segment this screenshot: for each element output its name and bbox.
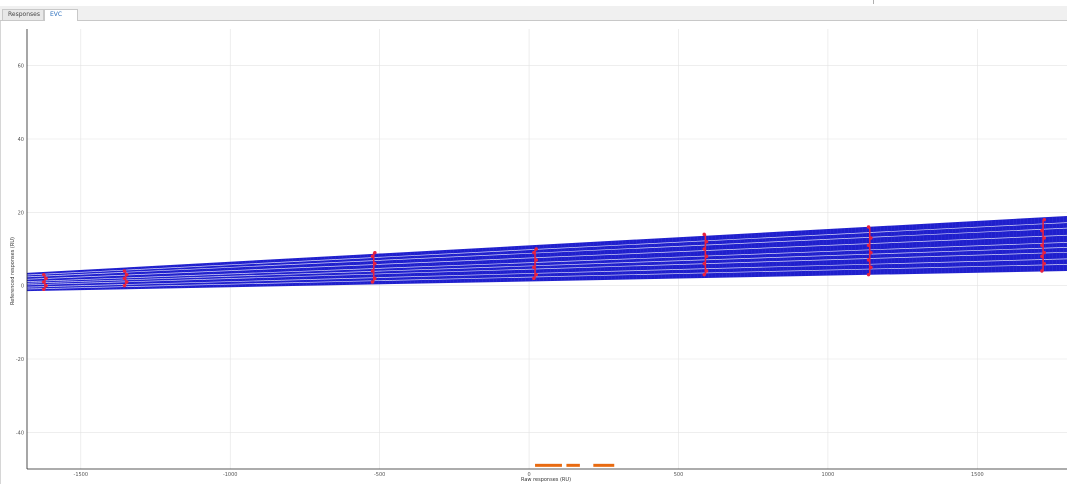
top-divider [873,0,874,4]
y-tick-label-1: -20 [16,357,24,363]
tab-strip: Responses EVC plot [0,6,1067,28]
response-band [26,216,1067,292]
tab-evc-plot[interactable]: EVC plot [44,9,78,28]
orange-marker-2 [593,463,615,467]
y-tick-label-0: -40 [16,430,24,436]
y-tick-label-2: 0 [21,284,24,290]
y-tick-label-4: 40 [18,137,24,143]
marker-layer [535,463,615,467]
x-tick-label-4: 500 [674,472,684,478]
y-axis-label: Referenced responses (RU) [10,237,16,305]
tab-responses[interactable]: Responses [2,9,44,20]
y-tick-label-3: 20 [18,210,24,216]
evc-scatter-chart[interactable]: -1500 -1000 -500 0 500 1000 1500-40-200204060 … [1,21,1067,484]
x-tick-label-5: 1000 [822,472,835,478]
plot-panel: -1500 -1000 -500 0 500 1000 1500 -40 -20 0 20 40 60 … [0,21,1067,484]
y-tick-label-5: 60 [18,64,24,70]
orange-marker-0 [535,463,562,467]
x-axis-label: Raw responses (RU) [521,477,571,483]
x-tick-label-6: 1500 [971,472,984,478]
x-tick-label-1: -1000 [223,472,238,478]
orange-marker-1 [566,463,580,467]
x-tick-label-0: -1500 [74,472,89,478]
x-tick-label-2: -500 [374,472,385,478]
